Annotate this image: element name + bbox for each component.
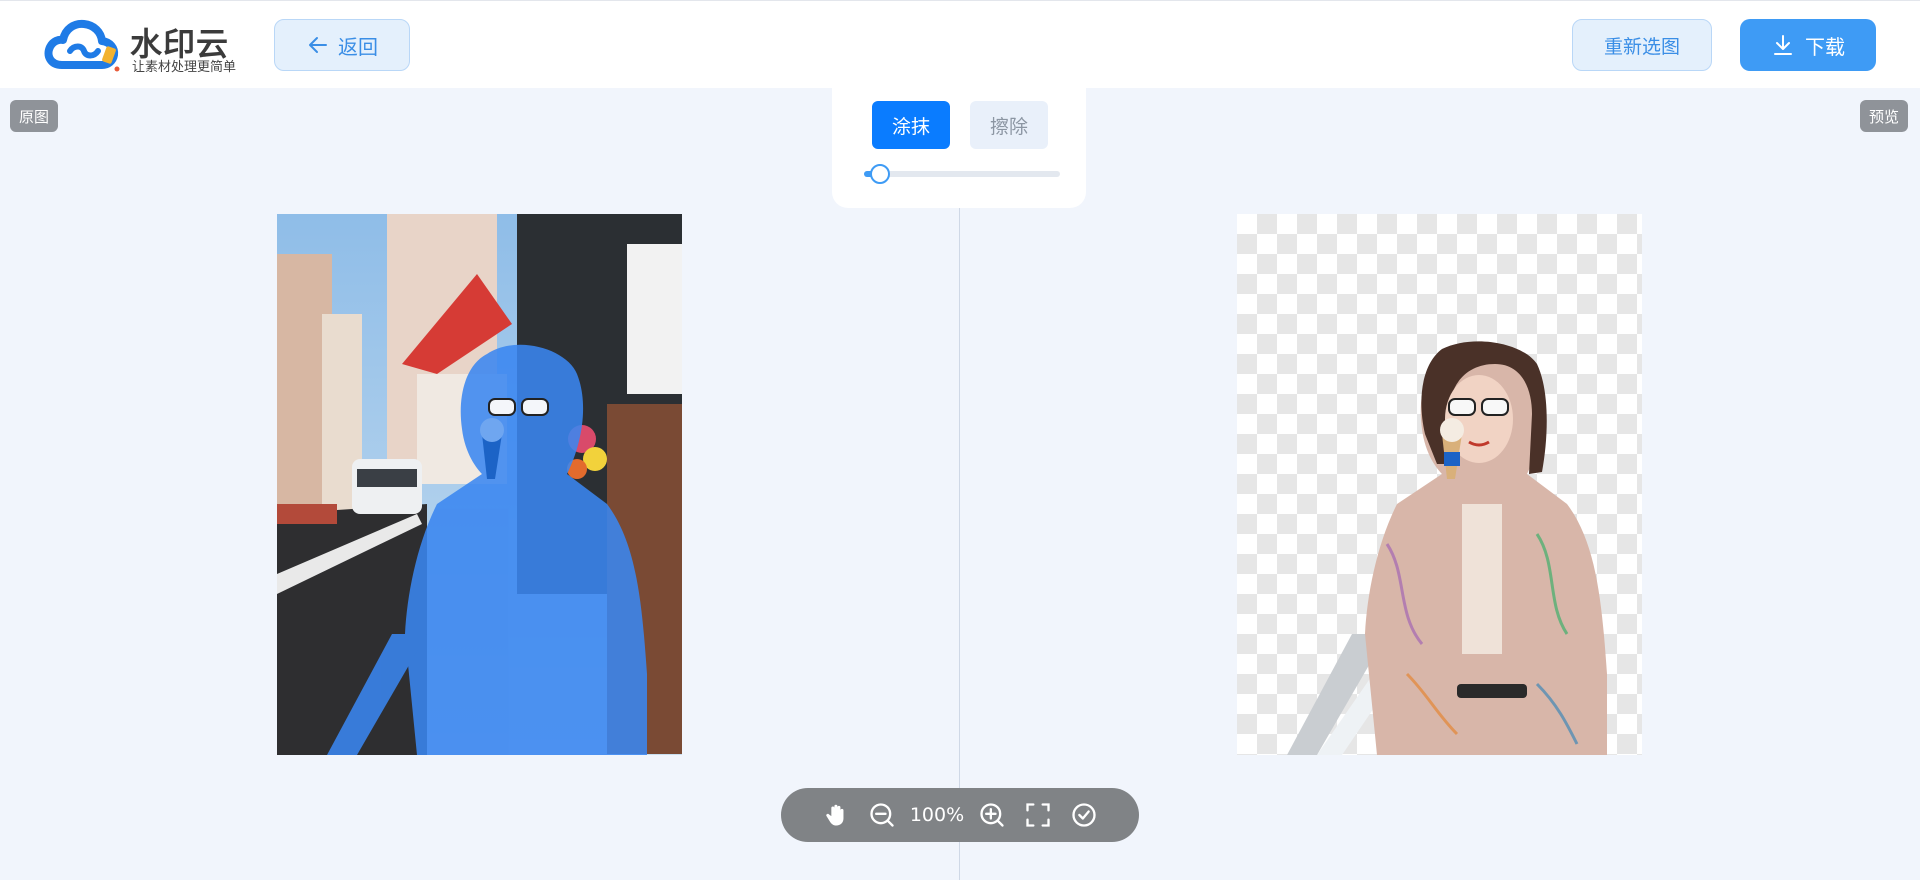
hand-tool-button[interactable] [813,792,859,838]
hand-icon [826,804,844,826]
confirm-icon [1072,803,1096,827]
zoom-in-button[interactable] [969,792,1015,838]
preview-photo-illustration [1287,341,1607,755]
back-label: 返回 [338,34,378,59]
brush-size-slider[interactable] [864,171,1060,177]
original-photo-illustration [277,214,682,755]
zoom-level: 100% [909,804,965,826]
brush-size-handle[interactable] [869,164,890,184]
top-bar: 水印云 让素材处理更简单 返回 重新选图 下载 [0,0,1920,88]
zoom-out-icon [870,803,894,827]
download-icon [1774,35,1792,55]
arrow-left-icon [309,37,327,53]
brush-tool-panel: 涂抹 擦除 [832,88,1086,208]
logo-subtitle: 让素材处理更简单 [132,60,237,75]
erase-tool-button[interactable]: 擦除 [970,101,1048,149]
zoom-out-button[interactable] [859,792,905,838]
center-divider [959,200,960,880]
zoom-toolbar: 100% [781,788,1139,842]
original-label: 原图 [10,100,59,132]
paint-tool-button[interactable]: 涂抹 [872,101,950,149]
preview-image[interactable] [1237,214,1642,755]
reselect-image-button[interactable]: 重新选图 [1572,19,1712,71]
original-image[interactable] [277,214,682,755]
reselect-label: 重新选图 [1603,35,1680,58]
download-label: 下载 [1805,34,1845,59]
zoom-in-icon [980,803,1004,827]
logo: 水印云 让素材处理更简单 [44,17,244,75]
fit-screen-button[interactable] [1015,792,1061,838]
cloud-logo-icon [44,19,120,72]
fit-screen-icon [1026,803,1050,827]
download-button[interactable]: 下载 [1740,19,1876,71]
preview-label: 预览 [1860,100,1909,132]
back-button[interactable]: 返回 [274,19,410,71]
confirm-button[interactable] [1061,792,1107,838]
